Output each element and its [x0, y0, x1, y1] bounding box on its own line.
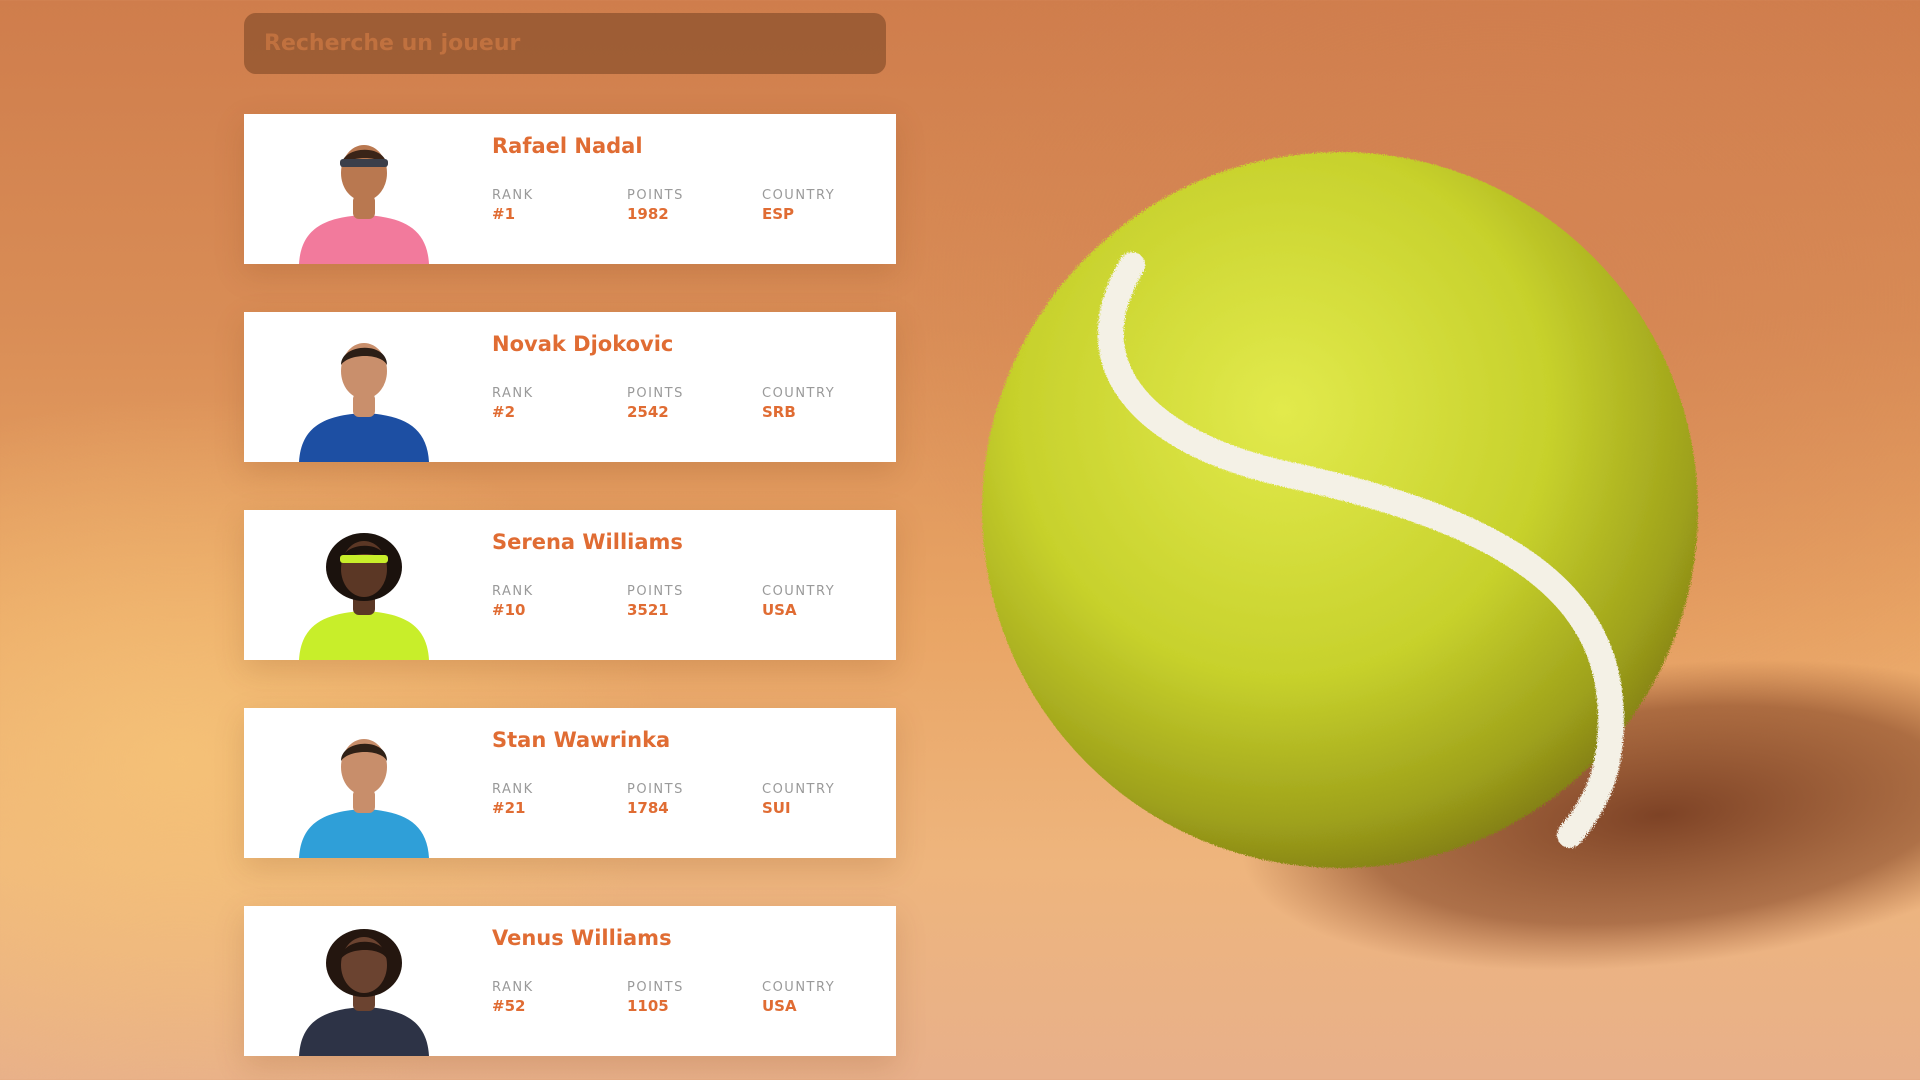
- player-photo: [289, 129, 439, 264]
- rank-value: #2: [492, 403, 516, 421]
- points-label: POINTS: [627, 782, 684, 797]
- player-name: Venus Williams: [492, 926, 672, 950]
- rank-stat: RANK #21: [492, 782, 534, 818]
- player-portrait-icon: [299, 343, 429, 462]
- rank-label: RANK: [492, 584, 534, 599]
- points-stat: POINTS 3521: [627, 584, 684, 620]
- country-value: SUI: [762, 799, 791, 817]
- rank-label: RANK: [492, 782, 534, 797]
- rank-stat: RANK #1: [492, 188, 534, 224]
- country-stat: COUNTRY USA: [762, 980, 835, 1016]
- country-value: USA: [762, 997, 797, 1015]
- player-name: Rafael Nadal: [492, 134, 643, 158]
- points-stat: POINTS 1105: [627, 980, 684, 1016]
- points-value: 1105: [627, 997, 669, 1015]
- player-card[interactable]: Novak Djokovic RANK #2 POINTS 2542 COUNT…: [244, 312, 896, 462]
- country-label: COUNTRY: [762, 386, 836, 401]
- player-name: Serena Williams: [492, 530, 683, 554]
- country-label: COUNTRY: [762, 584, 836, 599]
- country-value: SRB: [762, 403, 796, 421]
- country-stat: COUNTRY SRB: [762, 386, 835, 422]
- country-label: COUNTRY: [762, 782, 836, 797]
- tennis-ball-image: [960, 100, 1920, 1080]
- rank-label: RANK: [492, 386, 534, 401]
- player-portrait-icon: [299, 929, 429, 1056]
- player-search-bar[interactable]: [244, 13, 886, 74]
- points-stat: POINTS 1982: [627, 188, 684, 224]
- country-stat: COUNTRY ESP: [762, 188, 835, 224]
- points-stat: POINTS 1784: [627, 782, 684, 818]
- country-label: COUNTRY: [762, 980, 836, 995]
- points-value: 3521: [627, 601, 669, 619]
- player-card[interactable]: Venus Williams RANK #52 POINTS 1105 COUN…: [244, 906, 896, 1056]
- rank-label: RANK: [492, 188, 534, 203]
- player-portrait-icon: [299, 533, 429, 660]
- country-label: COUNTRY: [762, 188, 836, 203]
- player-photo: [289, 921, 439, 1056]
- player-portrait-icon: [299, 739, 429, 858]
- rank-value: #52: [492, 997, 526, 1015]
- rank-value: #1: [492, 205, 516, 223]
- player-name: Stan Wawrinka: [492, 728, 671, 752]
- rank-value: #10: [492, 601, 526, 619]
- player-photo: [289, 525, 439, 660]
- country-stat: COUNTRY SUI: [762, 782, 835, 818]
- points-value: 1982: [627, 205, 669, 223]
- points-label: POINTS: [627, 386, 684, 401]
- rank-stat: RANK #52: [492, 980, 534, 1016]
- points-value: 1784: [627, 799, 669, 817]
- points-label: POINTS: [627, 188, 684, 203]
- tennis-ball-icon: [982, 152, 1920, 971]
- country-value: USA: [762, 601, 797, 619]
- country-stat: COUNTRY USA: [762, 584, 835, 620]
- player-portrait-icon: [299, 145, 429, 264]
- country-value: ESP: [762, 205, 795, 223]
- player-photo: [289, 723, 439, 858]
- player-card[interactable]: Serena Williams RANK #10 POINTS 3521 COU…: [244, 510, 896, 660]
- points-stat: POINTS 2542: [627, 386, 684, 422]
- points-value: 2542: [627, 403, 669, 421]
- player-photo: [289, 327, 439, 462]
- rank-label: RANK: [492, 980, 534, 995]
- rank-stat: RANK #10: [492, 584, 534, 620]
- rank-value: #21: [492, 799, 526, 817]
- player-card[interactable]: Rafael Nadal RANK #1 POINTS 1982 COUNTRY…: [244, 114, 896, 264]
- player-name: Novak Djokovic: [492, 332, 674, 356]
- rank-stat: RANK #2: [492, 386, 534, 422]
- player-card[interactable]: Stan Wawrinka RANK #21 POINTS 1784 COUNT…: [244, 708, 896, 858]
- points-label: POINTS: [627, 584, 684, 599]
- points-label: POINTS: [627, 980, 684, 995]
- player-search-input[interactable]: [262, 30, 868, 57]
